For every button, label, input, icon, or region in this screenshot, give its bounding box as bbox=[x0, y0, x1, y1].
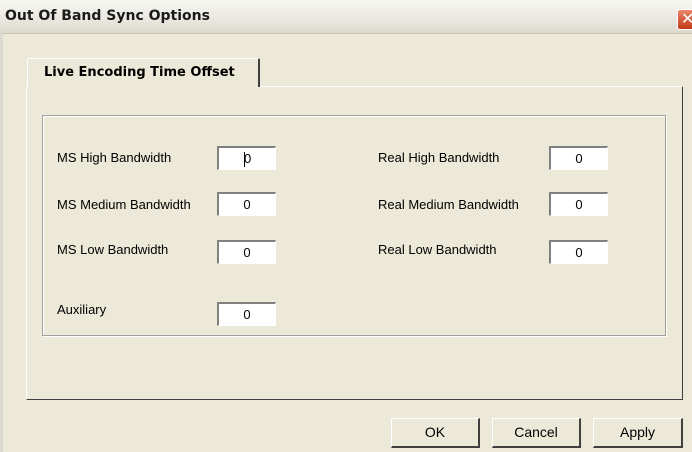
title-bar[interactable]: Out Of Band Sync Options ✕ bbox=[0, 0, 692, 34]
window-title: Out Of Band Sync Options bbox=[5, 8, 210, 24]
ok-button[interactable]: OK bbox=[391, 418, 480, 448]
window-border bbox=[0, 33, 3, 452]
close-icon: ✕ bbox=[681, 9, 692, 28]
dialog-window: Out Of Band Sync Options ✕ Live Encoding… bbox=[0, 0, 692, 452]
apply-button[interactable]: Apply bbox=[593, 418, 683, 448]
tab-live-encoding-time-offset[interactable]: Live Encoding Time Offset bbox=[27, 58, 260, 87]
ms-medium-bandwidth-input[interactable]: 0 bbox=[217, 192, 276, 216]
ms-low-bandwidth-label: MS Low Bandwidth bbox=[57, 242, 169, 257]
real-medium-bandwidth-label: Real Medium Bandwidth bbox=[378, 197, 519, 212]
auxiliary-input[interactable]: 0 bbox=[217, 302, 276, 326]
auxiliary-label: Auxiliary bbox=[57, 302, 107, 317]
real-low-bandwidth-label: Real Low Bandwidth bbox=[378, 242, 497, 257]
real-high-bandwidth-input[interactable]: 0 bbox=[549, 146, 608, 170]
real-medium-bandwidth-input[interactable]: 0 bbox=[549, 192, 608, 216]
ms-medium-bandwidth-label: MS Medium Bandwidth bbox=[57, 197, 191, 212]
ms-high-bandwidth-input[interactable]: 0 bbox=[217, 146, 276, 170]
close-button[interactable]: ✕ bbox=[677, 9, 692, 30]
tab-label: Live Encoding Time Offset bbox=[44, 65, 235, 80]
ms-low-bandwidth-input[interactable]: 0 bbox=[217, 240, 276, 264]
ms-high-bandwidth-label: MS High Bandwidth bbox=[57, 150, 172, 165]
real-low-bandwidth-input[interactable]: 0 bbox=[549, 240, 608, 264]
cancel-button[interactable]: Cancel bbox=[492, 418, 581, 448]
text-cursor bbox=[244, 152, 245, 167]
real-high-bandwidth-label: Real High Bandwidth bbox=[378, 150, 500, 165]
